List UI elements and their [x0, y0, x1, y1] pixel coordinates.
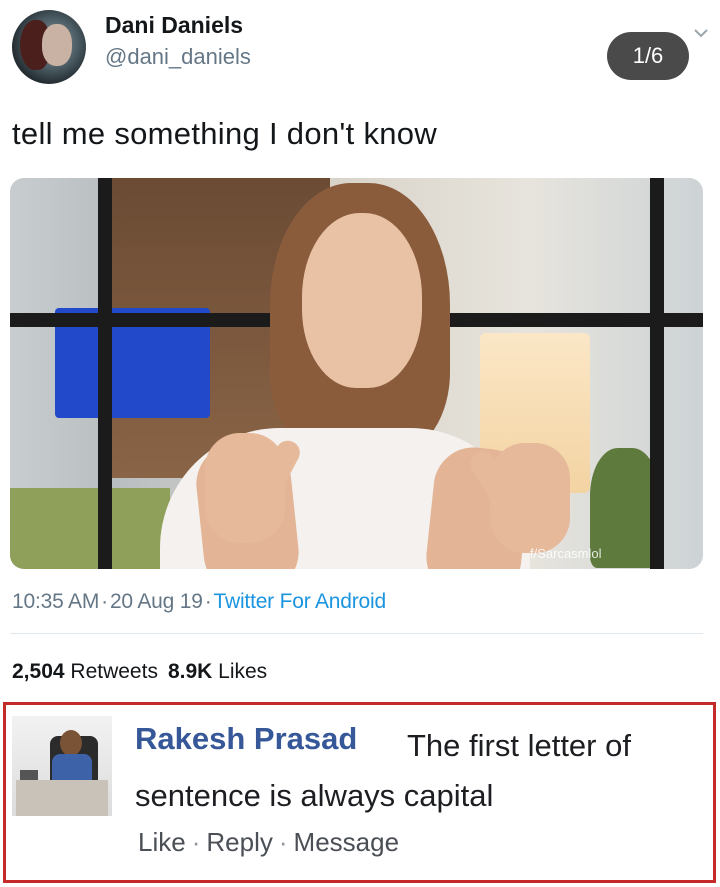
meta-separator: · [204, 590, 212, 613]
profile-avatar[interactable] [12, 10, 86, 84]
message-button[interactable]: Message [294, 827, 400, 857]
meta-separator: · [101, 590, 108, 613]
retweets-stat[interactable]: 2,504 Retweets [12, 660, 158, 683]
like-button[interactable]: Like [138, 827, 186, 857]
avatar-desk-item [20, 770, 38, 780]
media-watermark: f/Sarcasmlol [530, 546, 602, 561]
likes-label: Likes [218, 660, 268, 683]
tweet-text: tell me something I don't know [12, 116, 438, 151]
divider [10, 633, 703, 634]
photo-window-frame [98, 178, 112, 569]
avatar-desk-shape [16, 780, 108, 816]
avatar-head-shape [60, 730, 82, 756]
comment-author-name[interactable]: Rakesh Prasad [135, 721, 357, 757]
photo-sofa [10, 488, 170, 569]
reply-button[interactable]: Reply [206, 827, 272, 857]
avatar-face-shape [42, 24, 72, 66]
action-separator: · [278, 827, 288, 857]
likes-stat[interactable]: 8.9K Likes [168, 660, 267, 683]
photo-face [302, 213, 422, 388]
media-page-indicator: 1/6 [607, 32, 689, 80]
tweet-source-link[interactable]: Twitter For Android [214, 590, 387, 613]
comment-actions: Like · Reply · Message [138, 827, 399, 858]
tweet-time[interactable]: 10:35 AM [12, 590, 99, 613]
tweet-media-image[interactable]: f/Sarcasmlol [10, 178, 703, 569]
retweets-count: 2,504 [12, 660, 65, 683]
photo-window-frame [650, 178, 664, 569]
tweet-date[interactable]: 20 Aug 19 [110, 590, 203, 613]
tweet-metadata: 10:35 AM·20 Aug 19·Twitter For Android [12, 590, 386, 614]
display-name[interactable]: Dani Daniels [105, 12, 243, 39]
retweets-label: Retweets [70, 660, 158, 683]
highlighted-comment: The first letter of sentence is always c… [3, 702, 716, 883]
chevron-down-icon[interactable] [690, 22, 712, 44]
action-separator: · [191, 827, 201, 857]
engagement-stats: 2,504 Retweets 8.9K Likes [12, 660, 267, 684]
user-handle[interactable]: @dani_daniels [105, 44, 251, 70]
commenter-avatar[interactable] [12, 716, 112, 816]
tweet-card: Dani Daniels @dani_daniels 1/6 tell me s… [0, 0, 720, 700]
likes-count: 8.9K [167, 660, 213, 683]
